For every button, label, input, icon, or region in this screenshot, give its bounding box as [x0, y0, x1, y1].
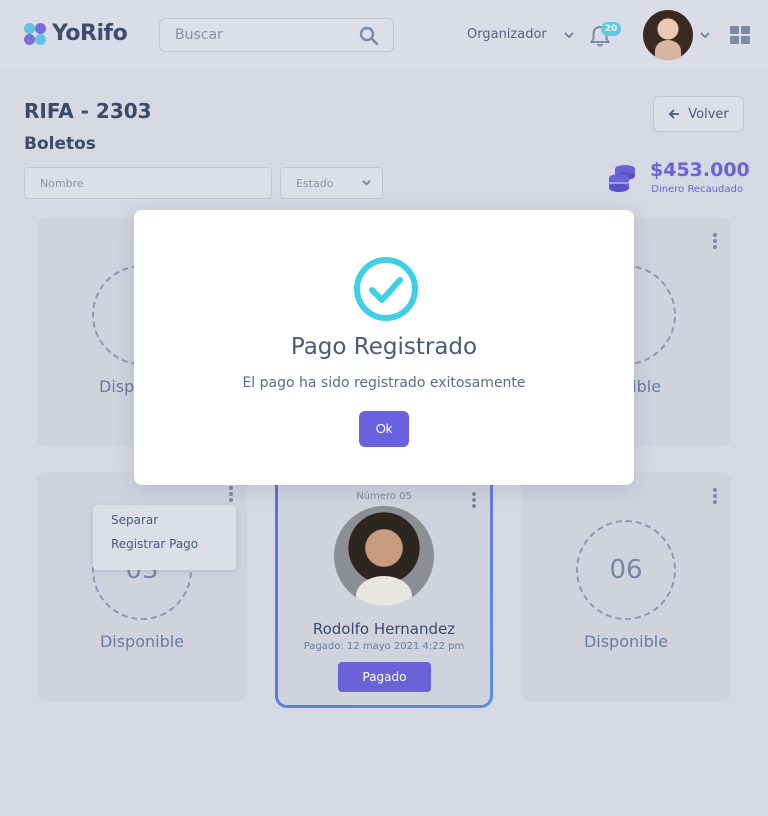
search-placeholder: Buscar: [175, 27, 223, 43]
more-vertical-icon[interactable]: [713, 488, 717, 504]
amount-collected-label: Dinero Recaudado: [651, 184, 743, 195]
more-vertical-icon[interactable]: [713, 233, 717, 249]
search-input[interactable]: Buscar: [159, 18, 394, 52]
page-subtitle: Boletos: [24, 134, 96, 154]
page-title: RIFA - 2303: [24, 99, 152, 123]
state-filter-placeholder: Estado: [296, 177, 334, 190]
ticket-status: Disponible: [99, 632, 185, 651]
top-bar: YoRifo Buscar Organizador 20: [0, 0, 768, 70]
role-selector[interactable]: Organizador: [467, 27, 547, 42]
chevron-down-icon[interactable]: [361, 177, 372, 188]
menu-item-registrar-pago[interactable]: Registrar Pago: [111, 537, 198, 551]
payment-date: Pagado: 12 mayo 2021 4:22 pm: [303, 641, 465, 652]
back-button-label: Volver: [688, 106, 729, 122]
more-vertical-icon[interactable]: [472, 492, 476, 508]
check-circle-icon: [354, 257, 418, 321]
chevron-down-icon[interactable]: [699, 29, 711, 41]
logo-text: YoRifo: [52, 21, 128, 46]
ok-button[interactable]: Ok: [359, 411, 409, 447]
ticket-status: Disponible: [583, 632, 669, 651]
amount-collected: $453.000: [650, 159, 750, 181]
ticket-number-text: 06: [609, 555, 643, 585]
logo-icon: [24, 22, 46, 45]
buyer-avatar: [334, 506, 434, 606]
coins-icon: [609, 165, 635, 192]
ticket-card-paid[interactable]: Número 05 Rodolfo Hernandez Pagado: 12 m…: [275, 473, 493, 708]
back-button[interactable]: Volver: [653, 96, 744, 132]
logo[interactable]: YoRifo: [24, 21, 128, 46]
paid-status-badge: Pagado: [338, 662, 431, 692]
grid-icon[interactable]: [730, 26, 750, 45]
ticket-action-menu: Separar Registrar Pago: [93, 505, 236, 570]
menu-item-separar[interactable]: Separar: [111, 513, 158, 527]
user-avatar[interactable]: [643, 10, 693, 60]
buyer-name: Rodolfo Hernandez: [312, 620, 456, 638]
search-icon[interactable]: [359, 26, 379, 46]
name-filter-placeholder: Nombre: [40, 177, 84, 190]
name-filter-input[interactable]: Nombre: [24, 167, 272, 199]
ticket-card[interactable]: 06 Disponible: [521, 472, 731, 702]
modal-message: El pago ha sido registrado exitosamente: [242, 375, 526, 391]
modal-title: Pago Registrado: [290, 334, 478, 360]
ticket-number-label: Número 05: [356, 491, 412, 502]
ticket-number: 06: [576, 520, 676, 620]
chevron-down-icon[interactable]: [563, 29, 575, 41]
more-vertical-icon[interactable]: [229, 486, 233, 502]
arrow-left-icon: [668, 109, 680, 119]
success-modal: Pago Registrado El pago ha sido registra…: [134, 210, 634, 485]
notification-badge: 20: [601, 22, 621, 36]
